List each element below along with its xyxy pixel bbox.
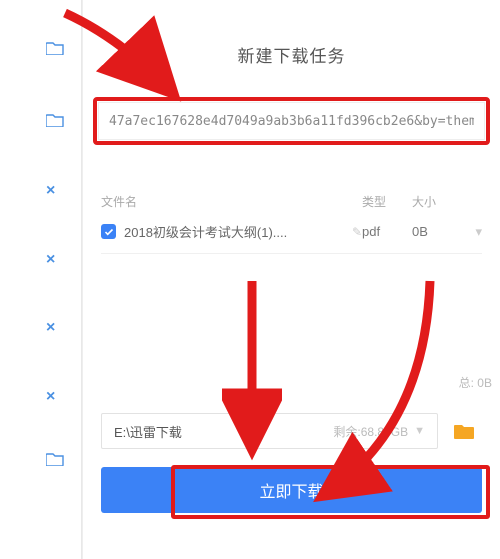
save-path-value: E:\迅雷下载 <box>114 422 333 441</box>
folder-icon <box>46 41 64 55</box>
download-now-button[interactable]: 立即下载 <box>101 467 482 513</box>
save-path-row: E:\迅雷下载 剩余:68.87GB ▼ <box>101 413 482 449</box>
folder-icon <box>46 113 64 127</box>
row-dropdown-icon[interactable]: ▾ <box>466 224 482 240</box>
file-table: 文件名 类型 大小 2018初级会计考试大纲(1).... ✎ pdf 0B ▾ <box>101 189 482 254</box>
save-path-select[interactable]: E:\迅雷下载 剩余:68.87GB ▼ <box>101 413 438 449</box>
row-filename: 2018初级会计考试大纲(1).... <box>124 222 348 241</box>
row-type: pdf <box>362 224 412 239</box>
row-checkbox[interactable] <box>101 224 116 239</box>
sidebar-close-1[interactable]: × <box>46 182 55 200</box>
folder-icon <box>46 452 64 466</box>
sidebar-folder-3[interactable] <box>46 452 64 466</box>
table-header: 文件名 类型 大小 <box>101 189 482 216</box>
th-dropdown <box>466 193 482 210</box>
sidebar-close-2[interactable]: × <box>46 251 55 269</box>
th-filename: 文件名 <box>101 193 362 210</box>
chevron-down-icon: ▼ <box>414 425 425 437</box>
edit-icon[interactable]: ✎ <box>352 225 362 239</box>
new-download-dialog: 新建下载任务 文件名 类型 大小 2018初级会计考试大纲(1).... ✎ p… <box>82 0 500 559</box>
sidebar: × × × × <box>0 0 82 559</box>
row-size: 0B <box>412 224 466 239</box>
sidebar-close-3[interactable]: × <box>46 319 55 337</box>
table-row[interactable]: 2018初级会计考试大纲(1).... ✎ pdf 0B ▾ <box>101 216 482 247</box>
browse-folder-button[interactable] <box>446 413 482 449</box>
url-highlight-box <box>93 97 490 145</box>
download-url-input[interactable] <box>98 102 485 140</box>
sidebar-folder-1[interactable] <box>46 41 64 55</box>
remaining-space: 剩余:68.87GB <box>333 423 408 440</box>
total-size-label: 总: 0B <box>83 254 500 391</box>
sidebar-folder-2[interactable] <box>46 113 64 127</box>
download-button-wrap: 立即下载 <box>101 467 482 513</box>
th-type: 类型 <box>362 193 412 210</box>
th-size: 大小 <box>412 193 466 210</box>
sidebar-close-4[interactable]: × <box>46 388 55 406</box>
dialog-title: 新建下载任务 <box>83 0 500 97</box>
